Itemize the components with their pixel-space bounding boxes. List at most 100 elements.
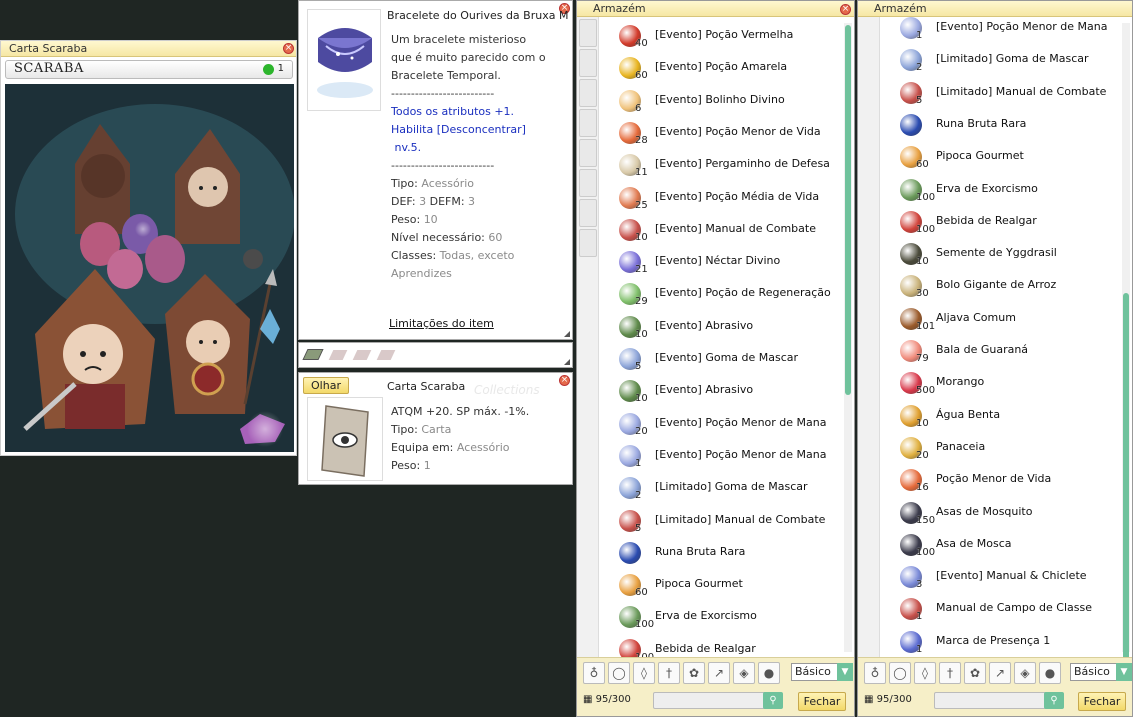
paw-filter-icon[interactable]: ✿	[683, 662, 705, 684]
tab-armor[interactable]	[579, 79, 597, 107]
storage-titlebar[interactable]: Armazém	[858, 1, 1132, 17]
storage-item-row[interactable]: 100Bebida de Realgar	[880, 207, 1120, 239]
search-icon[interactable]: ⚲	[1044, 692, 1064, 709]
resize-handle-icon[interactable]	[564, 331, 570, 337]
storage-item-row[interactable]: 100 Asa de Mosca	[880, 530, 1120, 562]
close-icon[interactable]: ×	[559, 375, 570, 386]
tab-ammo[interactable]	[579, 169, 597, 197]
item-quantity: 40	[635, 38, 648, 49]
card-filter-icon[interactable]: ◈	[733, 662, 755, 684]
storage-item-row[interactable]: 5 [Limitado] Manual de Combate	[880, 78, 1120, 110]
search-icon[interactable]: ⚲	[763, 692, 783, 709]
close-icon[interactable]: ×	[840, 4, 851, 15]
storage-item-row[interactable]: 500 Morango	[880, 368, 1120, 400]
desc-line: Bracelete Temporal.	[391, 69, 501, 82]
scrollbar[interactable]	[1122, 23, 1130, 668]
close-button[interactable]: Fechar	[1078, 692, 1126, 711]
item-limits-link[interactable]: Limitações do item	[389, 317, 494, 330]
item-quantity: 5	[916, 94, 923, 106]
storage-item-row[interactable]: 10 Água Benta	[880, 401, 1120, 433]
card-filter-icon[interactable]: ◈	[1014, 662, 1036, 684]
shield-filter-icon[interactable]: ◊	[914, 662, 936, 684]
storage-titlebar[interactable]: Armazém	[577, 1, 854, 17]
storage-item-row[interactable]: 1 [Evento] Poção Menor de Mana	[599, 441, 842, 473]
storage-item-row[interactable]: Runa Bruta Rara	[880, 110, 1120, 142]
storage-item-row[interactable]: 1 [Evento] Poção Menor de Mana	[880, 17, 1120, 45]
storage-item-row[interactable]: 60 Pipoca Gourmet	[880, 142, 1120, 174]
card-slot-empty-icon[interactable]	[328, 350, 348, 360]
storage-item-row[interactable]: 25 [Evento] Poção Média de Vida	[599, 183, 842, 215]
storage-item-row[interactable]: 3 [Evento] Manual & Chiclete	[880, 562, 1120, 594]
chevron-down-icon[interactable]: ▼	[1116, 663, 1132, 681]
item-icon[interactable]	[900, 113, 922, 136]
item-icon[interactable]	[619, 541, 641, 564]
potion-filter-icon[interactable]: ♁	[583, 662, 605, 684]
storage-item-row[interactable]: 10 [Evento] Abrasivo	[599, 312, 842, 344]
storage-item-row[interactable]: 1 Marca de Presença 1	[880, 627, 1120, 657]
tab-etc[interactable]	[579, 229, 597, 257]
storage-item-row[interactable]: 30 Bolo Gigante de Arroz	[880, 271, 1120, 303]
item-quantity: 60	[916, 159, 929, 171]
storage-item-row[interactable]: 6 [Evento] Bolinho Divino	[599, 86, 842, 118]
storage-item-row[interactable]: 20 Panaceia	[880, 433, 1120, 465]
storage-item-row[interactable]: 10 [Evento] Manual de Combate	[599, 215, 842, 247]
sword-filter-icon[interactable]: †	[658, 662, 680, 684]
storage-item-row[interactable]: 11 [Evento] Pergaminho de Defesa	[599, 150, 842, 182]
shield-filter-icon[interactable]: ◊	[633, 662, 655, 684]
scrollbar-thumb[interactable]	[1123, 293, 1129, 668]
storage-item-row[interactable]: 79 Bala de Guaraná	[880, 336, 1120, 368]
storage-item-row[interactable]: 29 [Evento] Poção de Regeneração	[599, 279, 842, 311]
storage-item-row[interactable]: 100 Erva de Exorcismo	[599, 602, 842, 634]
close-icon[interactable]: ×	[283, 43, 294, 54]
storage-item-row[interactable]: 100Bebida de Realgar	[599, 635, 842, 657]
arrow-filter-icon[interactable]: ↗	[989, 662, 1011, 684]
card-window-titlebar[interactable]: Carta Scaraba	[1, 41, 296, 57]
tab-accessories[interactable]	[579, 49, 597, 77]
sword-filter-icon[interactable]: †	[939, 662, 961, 684]
storage-item-row[interactable]: 16 Poção Menor de Vida	[880, 465, 1120, 497]
item-quantity: 6	[635, 102, 642, 114]
arrow-filter-icon[interactable]: ↗	[708, 662, 730, 684]
card-slot-empty-icon[interactable]	[376, 350, 396, 360]
storage-item-row[interactable]: 60 [Evento] Poção Amarela	[599, 53, 842, 85]
storage-item-row[interactable]: 20 [Evento] Poção Menor de Mana	[599, 409, 842, 441]
orb-filter-icon[interactable]: ●	[758, 662, 780, 684]
tab-cards[interactable]	[579, 199, 597, 227]
storage-filter-select[interactable]: Básico ▼	[791, 663, 853, 681]
storage-item-row[interactable]: 5 [Limitado] Manual de Combate	[599, 506, 842, 538]
resize-handle-icon[interactable]	[564, 359, 570, 365]
scrollbar[interactable]	[844, 23, 852, 652]
tab-weapons[interactable]	[579, 109, 597, 137]
storage-item-row[interactable]: 60 Pipoca Gourmet	[599, 570, 842, 602]
storage-item-row[interactable]: 101 Aljava Comum	[880, 304, 1120, 336]
olhar-button[interactable]: Olhar	[303, 377, 349, 394]
tab-pets[interactable]	[579, 139, 597, 167]
storage-item-row[interactable]: 150 Asas de Mosquito	[880, 498, 1120, 530]
storage-item-row[interactable]: 2 [Limitado] Goma de Mascar	[599, 473, 842, 505]
storage-item-row[interactable]: 40 [Evento] Poção Vermelha	[599, 21, 842, 53]
chevron-down-icon[interactable]: ▼	[837, 663, 853, 681]
close-button[interactable]: Fechar	[798, 692, 846, 711]
orb-filter-icon[interactable]: ●	[1039, 662, 1061, 684]
ring-filter-icon[interactable]: ◯	[608, 662, 630, 684]
storage-item-row[interactable]: 100 Erva de Exorcismo	[880, 175, 1120, 207]
storage-item-row[interactable]: 2 [Limitado] Goma de Mascar	[880, 45, 1120, 77]
storage-item-row[interactable]: 10 [Evento] Abrasivo	[599, 376, 842, 408]
storage-item-row[interactable]: 28 [Evento] Poção Menor de Vida	[599, 118, 842, 150]
scrollbar-thumb[interactable]	[845, 25, 851, 395]
search-input[interactable]	[934, 692, 1052, 709]
storage-filter-select[interactable]: Básico ▼	[1070, 663, 1132, 681]
ring-filter-icon[interactable]: ◯	[889, 662, 911, 684]
storage-item-row[interactable]: 10 Semente de Yggdrasil	[880, 239, 1120, 271]
card-slot-filled-icon[interactable]	[302, 349, 324, 360]
storage-item-row[interactable]: 1 Manual de Campo de Classe	[880, 594, 1120, 626]
potion-filter-icon[interactable]: ♁	[864, 662, 886, 684]
storage-item-row[interactable]: 21 [Evento] Néctar Divino	[599, 247, 842, 279]
tab-potions[interactable]	[579, 19, 597, 47]
paw-filter-icon[interactable]: ✿	[964, 662, 986, 684]
storage-item-row[interactable]: 5 [Evento] Goma de Mascar	[599, 344, 842, 376]
storage-item-list: 40 [Evento] Poção Vermelha 60 [Evento] Poçã…	[599, 17, 842, 657]
search-input[interactable]	[653, 692, 771, 709]
card-slot-empty-icon[interactable]	[352, 350, 372, 360]
storage-item-row[interactable]: Runa Bruta Rara	[599, 538, 842, 570]
